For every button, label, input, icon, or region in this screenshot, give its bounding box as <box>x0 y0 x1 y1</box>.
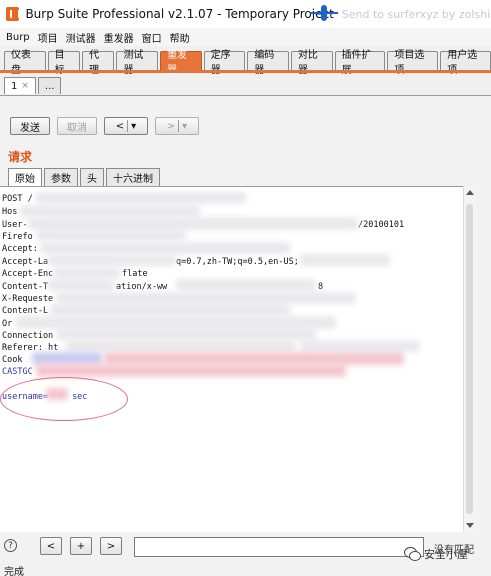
header-accept-language: Accept-La <box>2 257 49 267</box>
tab-decoder[interactable]: 编码器 <box>247 50 289 76</box>
burp-logo-icon <box>6 7 21 21</box>
overlay-slider[interactable] <box>310 5 338 21</box>
new-repeater-tab[interactable]: ... <box>37 77 62 94</box>
menu-bar: Burp 项目 测试器 重发器 窗口 帮助 <box>0 28 491 46</box>
menu-intruder[interactable]: 测试器 <box>66 30 96 45</box>
header-content-length: Content-L <box>2 306 49 316</box>
request-title: 请求 <box>8 150 33 164</box>
watermark: 安全小屋 <box>404 546 468 562</box>
accept-encoding-tail: flate <box>122 269 148 279</box>
back-arrow-icon: < <box>115 120 125 132</box>
tab-params[interactable]: 参数 <box>44 168 78 186</box>
header-cookie: Cook <box>2 355 23 365</box>
redaction-blur <box>36 364 346 377</box>
user-agent-tail: /20100101 <box>358 220 405 230</box>
help-icon[interactable]: ? <box>4 539 17 552</box>
redaction-blur <box>36 192 246 204</box>
cookie-castgc: CASTGC <box>2 367 33 377</box>
tab-sequencer[interactable]: 定序器 <box>203 50 246 76</box>
main-tab-bar: 仪表盘 目标 代理 测试器 重发器 定序器 编码器 对比器 插件扩展 项目选项 … <box>4 50 491 76</box>
repeater-tab-label: 1 <box>11 80 18 92</box>
redaction-blur <box>40 242 290 254</box>
chevron-down-icon: ▾ <box>131 120 137 132</box>
menu-project[interactable]: 项目 <box>38 30 58 45</box>
content-type-tail: ation/x-ww <box>116 282 168 292</box>
burp-window: Burp Suite Professional v2.1.07 - Tempor… <box>0 0 491 576</box>
header-user-agent: User- <box>2 220 28 230</box>
accept-language-tail: q=0.7,zh-TW;q=0.5,en-US; <box>176 257 299 267</box>
close-icon[interactable]: × <box>21 81 29 91</box>
redaction-blur <box>56 328 316 340</box>
menu-window[interactable]: 窗口 <box>142 30 162 45</box>
menu-repeater[interactable]: 重发器 <box>104 30 134 45</box>
redaction-blur <box>66 340 296 352</box>
search-options-button[interactable]: + <box>70 537 92 555</box>
tab-proxy[interactable]: 代理 <box>82 50 115 76</box>
content-type-end: 8 <box>318 282 324 292</box>
menu-help[interactable]: 帮助 <box>170 30 190 45</box>
back-button[interactable]: < ▾ <box>104 117 148 135</box>
tab-hex[interactable]: 十六进制 <box>106 168 160 186</box>
redaction-blur <box>48 279 114 291</box>
active-tab-underline <box>0 70 491 73</box>
scroll-thumb[interactable] <box>466 204 473 514</box>
window-title: Burp Suite Professional v2.1.07 - Tempor… <box>25 7 334 21</box>
redaction-blur <box>300 254 390 266</box>
redaction-blur <box>176 279 316 291</box>
tab-intruder[interactable]: 测试器 <box>116 50 159 76</box>
slider-knob[interactable] <box>321 5 327 21</box>
search-prev-button[interactable]: < <box>40 537 62 555</box>
cancel-button[interactable]: 取消 <box>57 117 97 135</box>
header-user-agent-cont: Firefo <box>2 232 33 242</box>
redaction-blur <box>300 340 420 352</box>
request-view-tabs: 原始 参数 头 十六进制 <box>8 168 160 186</box>
tab-repeater[interactable]: 重发器 <box>160 50 202 76</box>
title-bar: Burp Suite Professional v2.1.07 - Tempor… <box>0 0 491 28</box>
forward-button[interactable]: > ▾ <box>155 117 199 135</box>
redaction-blur <box>36 229 186 241</box>
header-origin: Or <box>2 319 13 329</box>
tab-project-options[interactable]: 项目选项 <box>387 50 439 76</box>
wechat-icon <box>404 547 421 561</box>
request-line: POST / <box>2 194 33 204</box>
send-button[interactable]: 发送 <box>10 117 50 135</box>
tab-comparer[interactable]: 对比器 <box>290 50 333 76</box>
header-accept: Accept: <box>2 244 38 254</box>
repeater-tab-bar: 1 × ... <box>4 77 62 95</box>
header-host: Hos <box>2 207 18 217</box>
repeater-tab-1[interactable]: 1 × <box>4 77 36 94</box>
tab-target[interactable]: 目标 <box>47 50 81 76</box>
header-connection: Connection <box>2 331 54 341</box>
forward-arrow-icon: > <box>166 120 176 132</box>
header-accept-encoding: Accept-Enc <box>2 269 54 279</box>
chevron-down-icon: ▾ <box>182 120 188 132</box>
scroll-down-icon[interactable] <box>466 523 474 528</box>
tab-raw[interactable]: 原始 <box>8 168 42 186</box>
redaction-blur <box>20 205 200 217</box>
window-title-overlay: Send to surferxyz by zolshie <box>341 7 491 21</box>
status-text: 完成 <box>4 567 24 576</box>
redaction-blur <box>48 254 176 266</box>
redaction-blur <box>50 304 290 316</box>
tab-dashboard[interactable]: 仪表盘 <box>4 50 46 76</box>
header-x-requested-with: X-Requeste <box>2 294 54 304</box>
request-editor[interactable]: POST / Hos User- /20100101 Firefo Accept… <box>0 186 474 532</box>
redaction-blur <box>56 292 356 304</box>
editor-scrollbar[interactable] <box>463 186 475 532</box>
scroll-up-icon[interactable] <box>466 190 474 195</box>
tab-user-options[interactable]: 用户选项 <box>440 50 491 76</box>
tab-extender[interactable]: 插件扩展 <box>334 50 386 76</box>
highlight-circle <box>0 377 128 421</box>
redaction-blur <box>54 267 120 279</box>
menu-burp[interactable]: Burp <box>6 32 30 43</box>
search-next-button[interactable]: > <box>100 537 122 555</box>
search-input[interactable] <box>134 537 424 557</box>
tab-headers[interactable]: 头 <box>80 168 104 186</box>
header-content-type: Content-T <box>2 282 49 292</box>
watermark-text: 安全小屋 <box>424 548 468 561</box>
